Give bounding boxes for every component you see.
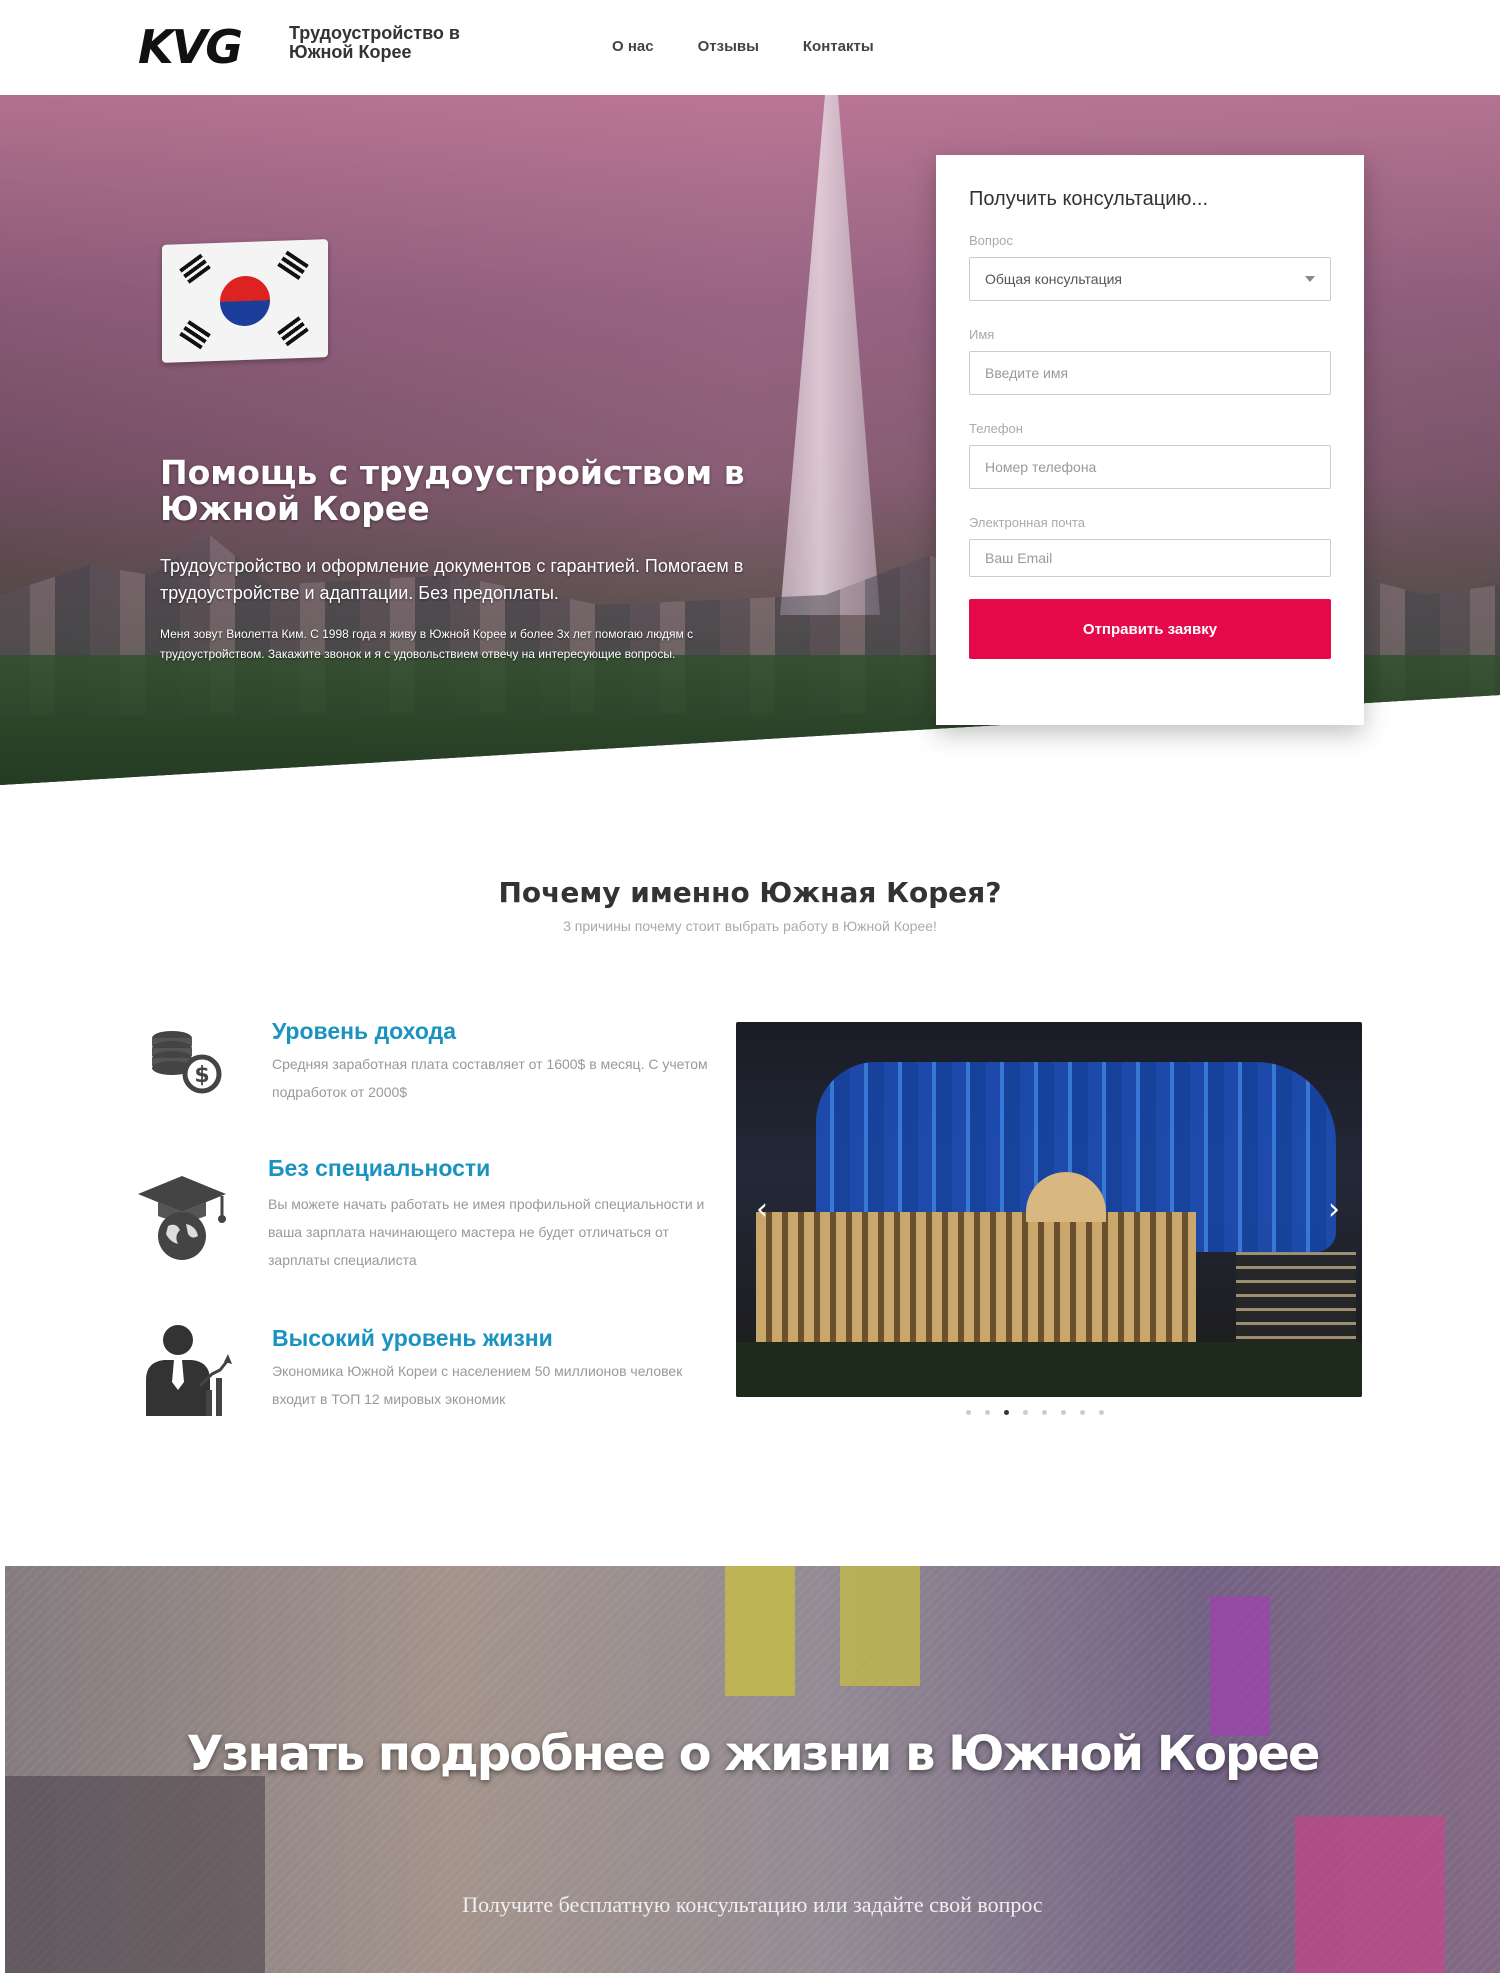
svg-text:$: $ bbox=[194, 1063, 209, 1088]
email-label: Электронная почта bbox=[969, 515, 1086, 530]
phone-field[interactable] bbox=[985, 459, 1315, 475]
reason-title: Без специальности bbox=[268, 1155, 491, 1181]
cta-banner: Узнать подробнее о жизни в Южной Корее П… bbox=[5, 1566, 1500, 1973]
carousel-dot[interactable] bbox=[1061, 1410, 1066, 1415]
carousel-dot[interactable] bbox=[966, 1410, 971, 1415]
banner-title: Узнать подробнее о жизни в Южной Корее bbox=[186, 1726, 1321, 1782]
chevron-left-icon[interactable]: ‹ bbox=[756, 1192, 768, 1227]
question-label: Вопрос bbox=[969, 233, 1013, 248]
skyscraper-image bbox=[780, 95, 880, 615]
carousel-dot[interactable] bbox=[985, 1410, 990, 1415]
hero-description: Меня зовут Виолетта Ким. С 1998 года я ж… bbox=[160, 627, 694, 661]
nav-link-reviews[interactable]: Отзывы bbox=[698, 38, 759, 55]
coins-dollar-icon: $ bbox=[138, 1012, 234, 1108]
hero-title: Помощь с трудоустройством в Южной Корее bbox=[160, 453, 745, 528]
carousel-dot[interactable] bbox=[1042, 1410, 1047, 1415]
main-nav: О нас Отзывы Контакты bbox=[612, 38, 874, 55]
street-sign bbox=[725, 1566, 795, 1696]
question-select[interactable]: Общая консультация bbox=[969, 257, 1331, 301]
question-select-value: Общая консультация bbox=[985, 271, 1123, 287]
submit-button[interactable]: Отправить заявку bbox=[969, 599, 1331, 659]
graduation-globe-icon bbox=[134, 1170, 230, 1266]
section-title: Почему именно Южная Корея? bbox=[498, 876, 1002, 909]
city-hall-old-building bbox=[756, 1212, 1196, 1362]
banner-subtitle: Получите бесплатную консультацию или зад… bbox=[462, 1892, 1043, 1917]
trigram bbox=[277, 316, 309, 347]
chevron-right-icon[interactable]: › bbox=[1328, 1192, 1340, 1227]
section-subtitle: 3 причины почему стоит выбрать работу в … bbox=[563, 918, 937, 934]
carousel-dot[interactable] bbox=[1099, 1410, 1104, 1415]
reason-text: Вы можете начать работать не имея профил… bbox=[268, 1196, 705, 1268]
image-carousel[interactable]: ‹ › bbox=[736, 1022, 1362, 1397]
trees-foreground bbox=[736, 1342, 1362, 1397]
street-sign bbox=[5, 1776, 265, 1973]
nav-link-about[interactable]: О нас bbox=[612, 38, 654, 55]
trigram bbox=[179, 320, 211, 350]
taeguk-symbol bbox=[220, 275, 270, 327]
phone-label: Телефон bbox=[969, 421, 1023, 436]
email-field[interactable] bbox=[985, 550, 1315, 566]
carousel-dot[interactable] bbox=[1080, 1410, 1085, 1415]
email-field-wrap bbox=[969, 539, 1331, 577]
carousel-dots bbox=[966, 1410, 1104, 1415]
site-header: KVG Трудоустройство в Южной Корее О нас … bbox=[0, 0, 1500, 95]
hero-lead: Трудоустройство и оформление документов … bbox=[160, 556, 744, 603]
name-field[interactable] bbox=[985, 365, 1315, 381]
reason-title: Уровень дохода bbox=[272, 1018, 457, 1044]
carousel-dot-active[interactable] bbox=[1004, 1410, 1009, 1415]
street-sign bbox=[840, 1566, 920, 1686]
trigram bbox=[277, 250, 309, 280]
nav-link-contacts[interactable]: Контакты bbox=[803, 38, 874, 55]
reason-text: Экономика Южной Кореи с населением 50 ми… bbox=[272, 1363, 683, 1407]
chevron-down-icon bbox=[1305, 276, 1315, 282]
carousel-dot[interactable] bbox=[1023, 1410, 1028, 1415]
phone-field-wrap bbox=[969, 445, 1331, 489]
consultation-form: Получить консультацию... Вопрос Общая ко… bbox=[936, 155, 1364, 725]
street-sign bbox=[1210, 1596, 1270, 1736]
korea-flag-icon bbox=[162, 239, 328, 363]
reason-title: Высокий уровень жизни bbox=[272, 1325, 553, 1351]
name-label: Имя bbox=[969, 327, 995, 342]
businessman-growth-icon bbox=[138, 1320, 234, 1416]
logo[interactable]: KVG bbox=[138, 20, 243, 74]
form-title: Получить консультацию... bbox=[969, 188, 1209, 210]
brand-subtitle: Трудоустройство в Южной Корее bbox=[289, 23, 460, 62]
trigram bbox=[179, 253, 211, 284]
name-field-wrap bbox=[969, 351, 1331, 395]
reason-text: Средняя заработная плата составляет от 1… bbox=[272, 1056, 708, 1100]
